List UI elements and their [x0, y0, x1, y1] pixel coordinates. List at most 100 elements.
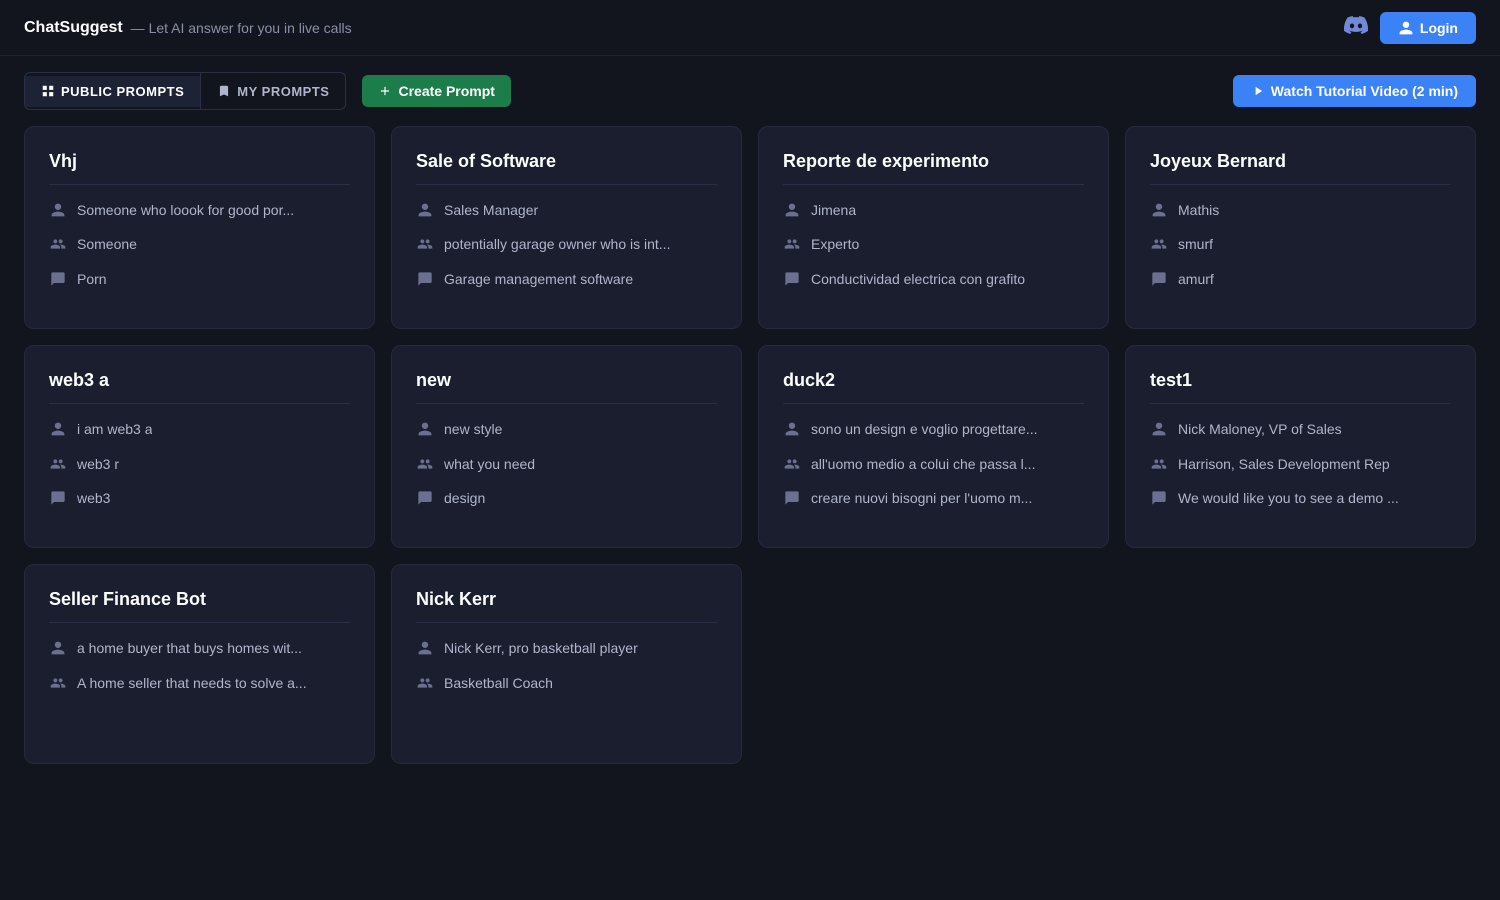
group-icon: [49, 236, 67, 259]
chat-icon: [416, 271, 434, 294]
app-title: ChatSuggest: [24, 19, 123, 37]
toolbar-left-group: PUBLIC PROMPTS MY PROMPTS Create Prompt: [24, 72, 511, 110]
person-icon: [49, 421, 67, 444]
card-title: new: [416, 370, 717, 404]
group-icon: [49, 456, 67, 479]
card-row-1: i am web3 a: [49, 420, 350, 444]
group-icon: [783, 236, 801, 259]
card-row-3: web3: [49, 489, 350, 513]
my-prompts-tab[interactable]: MY PROMPTS: [201, 76, 345, 107]
header: ChatSuggest — Let AI answer for you in l…: [0, 0, 1500, 56]
card-row-1: Jimena: [783, 201, 1084, 225]
card-row-1: Nick Kerr, pro basketball player: [416, 639, 717, 663]
header-right: Login: [1344, 12, 1476, 44]
card-row-3-text: We would like you to see a demo ...: [1178, 489, 1399, 509]
card-row-2: what you need: [416, 455, 717, 479]
group-icon: [49, 675, 67, 698]
person-icon: [783, 202, 801, 225]
card-row-3-text: creare nuovi bisogni per l'uomo m...: [811, 489, 1032, 509]
card-row-3-text: amurf: [1178, 270, 1214, 290]
prompt-card[interactable]: Sale of Software Sales Manager potential…: [391, 126, 742, 329]
card-title: Sale of Software: [416, 151, 717, 185]
discord-icon: [1344, 13, 1368, 43]
card-row-2: web3 r: [49, 455, 350, 479]
chat-icon: [49, 271, 67, 294]
person-icon: [416, 202, 434, 225]
card-row-3-text: web3: [77, 489, 110, 509]
card-row-1-text: sono un design e voglio progettare...: [811, 420, 1038, 440]
prompt-card[interactable]: Reporte de experimento Jimena Experto Co…: [758, 126, 1109, 329]
person-icon: [783, 421, 801, 444]
chat-icon: [49, 490, 67, 513]
card-title: Vhj: [49, 151, 350, 185]
person-icon: [1150, 202, 1168, 225]
prompt-card[interactable]: Seller Finance Bot a home buyer that buy…: [24, 564, 375, 764]
group-icon: [416, 675, 434, 698]
cards-grid: Vhj Someone who loook for good por... So…: [0, 126, 1500, 788]
card-title: duck2: [783, 370, 1084, 404]
group-icon: [416, 456, 434, 479]
card-row-2-text: Harrison, Sales Development Rep: [1178, 455, 1390, 475]
prompt-card[interactable]: duck2 sono un design e voglio progettare…: [758, 345, 1109, 548]
card-row-2-text: A home seller that needs to solve a...: [77, 674, 307, 694]
card-row-1: Mathis: [1150, 201, 1451, 225]
card-title: test1: [1150, 370, 1451, 404]
prompt-card[interactable]: Nick Kerr Nick Kerr, pro basketball play…: [391, 564, 742, 764]
card-row-1-text: Jimena: [811, 201, 856, 221]
card-row-2: potentially garage owner who is int...: [416, 235, 717, 259]
card-row-2-text: Basketball Coach: [444, 674, 553, 694]
user-icon: [1398, 20, 1414, 36]
card-row-2-text: potentially garage owner who is int...: [444, 235, 670, 255]
card-title: web3 a: [49, 370, 350, 404]
chat-icon: [1150, 490, 1168, 513]
bookmark-icon: [217, 84, 231, 98]
login-button[interactable]: Login: [1380, 12, 1476, 44]
card-row-2: Experto: [783, 235, 1084, 259]
card-row-3-text: Garage management software: [444, 270, 633, 290]
card-row-2: Someone: [49, 235, 350, 259]
card-row-3-text: Conductividad electrica con grafito: [811, 270, 1025, 290]
group-icon: [416, 236, 434, 259]
card-row-1-text: a home buyer that buys homes wit...: [77, 639, 302, 659]
card-row-2: A home seller that needs to solve a...: [49, 674, 350, 698]
prompt-card[interactable]: Joyeux Bernard Mathis smurf amurf: [1125, 126, 1476, 329]
header-left: ChatSuggest — Let AI answer for you in l…: [24, 19, 352, 37]
card-row-3: creare nuovi bisogni per l'uomo m...: [783, 489, 1084, 513]
person-icon: [416, 640, 434, 663]
watch-tutorial-button[interactable]: Watch Tutorial Video (2 min): [1233, 75, 1476, 107]
chat-icon: [783, 490, 801, 513]
card-row-2-text: all'uomo medio a colui che passa l...: [811, 455, 1035, 475]
card-row-2: all'uomo medio a colui che passa l...: [783, 455, 1084, 479]
card-row-3: Conductividad electrica con grafito: [783, 270, 1084, 294]
card-row-2: Harrison, Sales Development Rep: [1150, 455, 1451, 479]
grid-icon: [41, 84, 55, 98]
prompt-card[interactable]: test1 Nick Maloney, VP of Sales Harrison…: [1125, 345, 1476, 548]
chat-icon: [783, 271, 801, 294]
card-title: Joyeux Bernard: [1150, 151, 1451, 185]
card-title: Seller Finance Bot: [49, 589, 350, 623]
card-row-1-text: Nick Kerr, pro basketball player: [444, 639, 638, 659]
public-prompts-tab[interactable]: PUBLIC PROMPTS: [25, 76, 200, 107]
prompt-card[interactable]: new new style what you need design: [391, 345, 742, 548]
card-row-1: new style: [416, 420, 717, 444]
card-title: Reporte de experimento: [783, 151, 1084, 185]
create-prompt-button[interactable]: Create Prompt: [362, 75, 510, 107]
toolbar: PUBLIC PROMPTS MY PROMPTS Create Prompt …: [0, 56, 1500, 126]
card-row-1-text: Sales Manager: [444, 201, 538, 221]
chat-icon: [416, 490, 434, 513]
card-row-1-text: new style: [444, 420, 502, 440]
card-row-3-text: design: [444, 489, 485, 509]
person-icon: [49, 640, 67, 663]
plus-icon: [378, 84, 392, 98]
card-row-3: Garage management software: [416, 270, 717, 294]
play-icon: [1251, 84, 1265, 98]
card-row-1: Nick Maloney, VP of Sales: [1150, 420, 1451, 444]
card-row-2-text: web3 r: [77, 455, 119, 475]
prompt-card[interactable]: web3 a i am web3 a web3 r web3: [24, 345, 375, 548]
card-row-1: Sales Manager: [416, 201, 717, 225]
person-icon: [1150, 421, 1168, 444]
tab-group: PUBLIC PROMPTS MY PROMPTS: [24, 72, 346, 110]
card-row-1-text: Someone who loook for good por...: [77, 201, 294, 221]
card-row-1: sono un design e voglio progettare...: [783, 420, 1084, 444]
prompt-card[interactable]: Vhj Someone who loook for good por... So…: [24, 126, 375, 329]
